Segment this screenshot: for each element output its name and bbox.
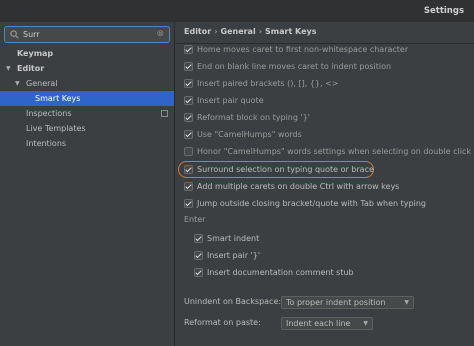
breadcrumb: Editor › General › Smart Keys bbox=[184, 27, 317, 36]
breadcrumb-item: Editor bbox=[184, 27, 212, 36]
option-label: Surround selection on typing quote or br… bbox=[197, 165, 374, 174]
option-label: End on blank line moves caret to indent … bbox=[197, 62, 392, 71]
breadcrumb-separator: › bbox=[214, 27, 218, 36]
tree-item-live-templates[interactable]: Live Templates bbox=[0, 121, 174, 136]
option-label: Use "CamelHumps" words bbox=[197, 130, 302, 139]
tree-item-label: Intentions bbox=[26, 139, 67, 148]
checkbox[interactable] bbox=[194, 234, 203, 243]
tree-item-general[interactable]: ▼ General bbox=[0, 76, 174, 91]
project-settings-icon bbox=[161, 110, 168, 117]
checkbox[interactable] bbox=[194, 268, 203, 277]
option-label: Insert pair quote bbox=[197, 96, 264, 105]
checkbox[interactable] bbox=[184, 182, 193, 191]
breadcrumb-separator: › bbox=[258, 27, 262, 36]
tree-item-label: Editor bbox=[17, 64, 45, 73]
unindent-dropdown[interactable]: To proper indent position ▼ bbox=[281, 296, 414, 309]
unindent-label: Unindent on Backspace: bbox=[184, 297, 282, 306]
checkbox[interactable] bbox=[184, 62, 193, 71]
breadcrumb-item: General bbox=[220, 27, 256, 36]
title-bar: Settings bbox=[0, 0, 474, 22]
tree-item-label: Keymap bbox=[17, 49, 54, 58]
window-title: Settings bbox=[423, 6, 464, 16]
tree-item-smart-keys[interactable]: Smart Keys bbox=[0, 91, 174, 106]
unindent-value: To proper indent position bbox=[286, 298, 386, 307]
chevron-down-icon: ▼ bbox=[404, 299, 409, 306]
checkbox[interactable] bbox=[184, 199, 193, 208]
expand-arrow-icon[interactable]: ▼ bbox=[6, 61, 11, 76]
option-label: Home moves caret to first non-whitespace… bbox=[197, 45, 409, 54]
search-box[interactable]: ⊗ bbox=[4, 26, 170, 43]
option-label: Smart indent bbox=[207, 234, 260, 243]
tree-item-editor[interactable]: ▼ Editor bbox=[0, 61, 174, 76]
settings-sidebar: ⊗ Keymap ▼ Editor ▼ General Smart Keys I… bbox=[0, 22, 175, 346]
expand-arrow-icon[interactable]: ▼ bbox=[15, 76, 20, 91]
tree-item-label: General bbox=[26, 79, 58, 88]
checkbox[interactable] bbox=[184, 79, 193, 88]
option-label: Insert pair '}' bbox=[207, 251, 261, 260]
tree-item-label: Smart Keys bbox=[35, 94, 81, 103]
checkbox[interactable] bbox=[184, 113, 193, 122]
tree-item-label: Live Templates bbox=[26, 124, 86, 133]
option-label: Add multiple carets on double Ctrl with … bbox=[197, 182, 400, 191]
reformat-paste-label: Reformat on paste: bbox=[184, 318, 261, 327]
reformat-paste-value: Indent each line bbox=[286, 319, 351, 328]
tree-item-label: Inspections bbox=[26, 109, 72, 118]
tree-item-intentions[interactable]: Intentions bbox=[0, 136, 174, 151]
option-label: Jump outside closing bracket/quote with … bbox=[197, 199, 426, 208]
option-label: Insert paired brackets (), [], {}, <> bbox=[197, 79, 339, 88]
option-label: Insert documentation comment stub bbox=[207, 268, 354, 277]
checkbox[interactable] bbox=[184, 165, 193, 174]
tree-item-inspections[interactable]: Inspections bbox=[0, 106, 174, 121]
checkbox[interactable] bbox=[184, 45, 193, 54]
enter-section-label: Enter bbox=[184, 215, 206, 224]
option-label: Reformat block on typing '}' bbox=[197, 113, 310, 122]
clear-search-icon[interactable]: ⊗ bbox=[156, 29, 164, 39]
breadcrumb-item: Smart Keys bbox=[265, 27, 317, 36]
search-icon bbox=[10, 30, 19, 39]
checkbox[interactable] bbox=[194, 251, 203, 260]
checkbox[interactable] bbox=[184, 96, 193, 105]
chevron-down-icon: ▼ bbox=[363, 320, 368, 327]
checkbox[interactable] bbox=[184, 130, 193, 139]
search-input[interactable] bbox=[23, 28, 153, 41]
checkbox[interactable] bbox=[184, 147, 193, 156]
reformat-paste-dropdown[interactable]: Indent each line ▼ bbox=[281, 317, 373, 330]
tree-item-keymap[interactable]: Keymap bbox=[0, 46, 174, 61]
option-label: Honor "CamelHumps" words settings when s… bbox=[197, 147, 472, 156]
